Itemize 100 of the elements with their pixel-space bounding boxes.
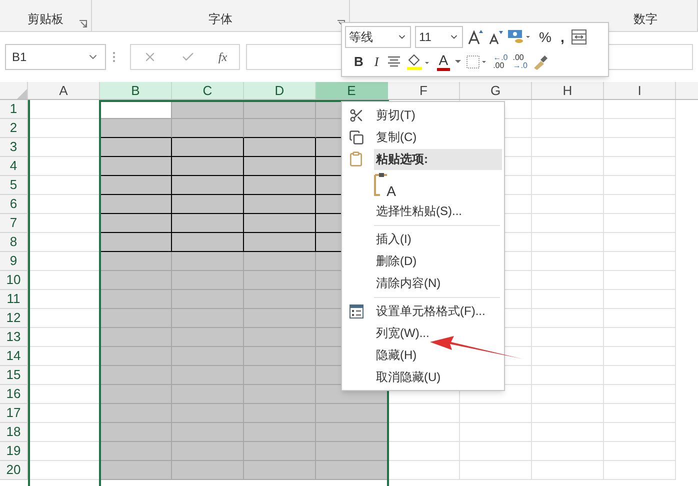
row-header[interactable]: 1: [0, 100, 28, 119]
cell[interactable]: [100, 176, 172, 195]
menu-item[interactable]: 清除内容(N): [342, 272, 504, 294]
cell[interactable]: [172, 290, 244, 309]
decrease-font-icon[interactable]: [487, 29, 503, 46]
cell[interactable]: [100, 423, 172, 442]
cell[interactable]: [244, 233, 316, 252]
bold-button[interactable]: B: [351, 52, 366, 72]
cell[interactable]: [172, 176, 244, 195]
cell[interactable]: [316, 404, 388, 423]
row-header[interactable]: 9: [0, 252, 28, 271]
menu-item[interactable]: 选择性粘贴(S)...: [342, 200, 504, 222]
cell[interactable]: [100, 138, 172, 157]
cell[interactable]: [244, 157, 316, 176]
row-header[interactable]: 6: [0, 195, 28, 214]
cell[interactable]: [100, 366, 172, 385]
row-header[interactable]: 10: [0, 271, 28, 290]
menu-item[interactable]: 插入(I): [342, 228, 504, 250]
menu-item[interactable]: 取消隐藏(U): [342, 366, 504, 388]
cell[interactable]: [172, 385, 244, 404]
row-header[interactable]: 7: [0, 214, 28, 233]
menu-item[interactable]: 隐藏(H): [342, 344, 504, 366]
menu-item[interactable]: 设置单元格格式(F)...: [342, 300, 504, 322]
increase-font-icon[interactable]: [467, 29, 483, 46]
borders-icon[interactable]: [466, 54, 488, 69]
name-box[interactable]: B1: [5, 44, 106, 70]
row-header[interactable]: 18: [0, 423, 28, 442]
comma-button[interactable]: ,: [557, 26, 568, 48]
cell[interactable]: [316, 461, 388, 480]
column-header[interactable]: B: [100, 82, 172, 99]
row-header[interactable]: 5: [0, 176, 28, 195]
cell[interactable]: [172, 328, 244, 347]
row-header[interactable]: 16: [0, 385, 28, 404]
cell[interactable]: [244, 119, 316, 138]
paste-option-button[interactable]: A: [374, 172, 396, 198]
cell[interactable]: [244, 252, 316, 271]
increase-decimal-button[interactable]: ←.0 .00: [493, 54, 508, 70]
decrease-decimal-button[interactable]: .00 →.0: [512, 54, 528, 70]
column-header[interactable]: G: [460, 82, 532, 99]
cell[interactable]: [244, 423, 316, 442]
cell[interactable]: [100, 461, 172, 480]
menu-item[interactable]: 列宽(W)...: [342, 322, 504, 344]
cell[interactable]: [100, 404, 172, 423]
cell[interactable]: [244, 347, 316, 366]
fill-color-icon[interactable]: [406, 52, 432, 71]
column-header[interactable]: F: [388, 82, 460, 99]
row-header[interactable]: 19: [0, 442, 28, 461]
row-header[interactable]: 4: [0, 157, 28, 176]
column-header[interactable]: I: [604, 82, 676, 99]
column-header[interactable]: D: [244, 82, 316, 99]
cell[interactable]: [100, 157, 172, 176]
font-size-field[interactable]: 11: [415, 26, 463, 48]
cell[interactable]: [244, 214, 316, 233]
cell[interactable]: [244, 290, 316, 309]
cell[interactable]: [244, 195, 316, 214]
row-header[interactable]: 12: [0, 309, 28, 328]
cell[interactable]: [172, 157, 244, 176]
cell[interactable]: [172, 442, 244, 461]
cell[interactable]: [172, 366, 244, 385]
cell[interactable]: [316, 442, 388, 461]
format-painter-icon[interactable]: [532, 54, 548, 70]
row-header[interactable]: 2: [0, 119, 28, 138]
row-header[interactable]: 8: [0, 233, 28, 252]
cell[interactable]: [316, 423, 388, 442]
italic-button[interactable]: I: [371, 52, 382, 72]
cell[interactable]: [100, 119, 172, 138]
row-header[interactable]: 14: [0, 347, 28, 366]
cell[interactable]: [100, 328, 172, 347]
percent-button[interactable]: %: [537, 26, 554, 48]
cell[interactable]: [172, 271, 244, 290]
row-header[interactable]: 20: [0, 461, 28, 480]
row-header[interactable]: 11: [0, 290, 28, 309]
cell[interactable]: [100, 271, 172, 290]
corner-triangle-icon[interactable]: [17, 89, 27, 99]
cell[interactable]: [172, 138, 244, 157]
cell[interactable]: [244, 328, 316, 347]
cell[interactable]: [172, 423, 244, 442]
cell[interactable]: [100, 385, 172, 404]
cell[interactable]: [100, 233, 172, 252]
dialog-launcher-icon[interactable]: [79, 20, 87, 28]
menu-item[interactable]: 复制(C): [342, 126, 504, 148]
row-header[interactable]: 17: [0, 404, 28, 423]
cell[interactable]: [100, 252, 172, 271]
cell[interactable]: [244, 271, 316, 290]
cell[interactable]: [100, 442, 172, 461]
cell[interactable]: [172, 252, 244, 271]
row-header[interactable]: 15: [0, 366, 28, 385]
cell[interactable]: [244, 176, 316, 195]
font-color-button[interactable]: A: [436, 52, 450, 71]
cell[interactable]: [244, 385, 316, 404]
cell[interactable]: [172, 233, 244, 252]
cell[interactable]: [172, 347, 244, 366]
menu-item[interactable]: 剪切(T): [342, 104, 504, 126]
cell[interactable]: [100, 214, 172, 233]
cell[interactable]: [100, 309, 172, 328]
cell[interactable]: [172, 119, 244, 138]
menu-item[interactable]: 删除(D): [342, 250, 504, 272]
column-header[interactable]: C: [172, 82, 244, 99]
cell[interactable]: [172, 309, 244, 328]
cell[interactable]: [172, 195, 244, 214]
